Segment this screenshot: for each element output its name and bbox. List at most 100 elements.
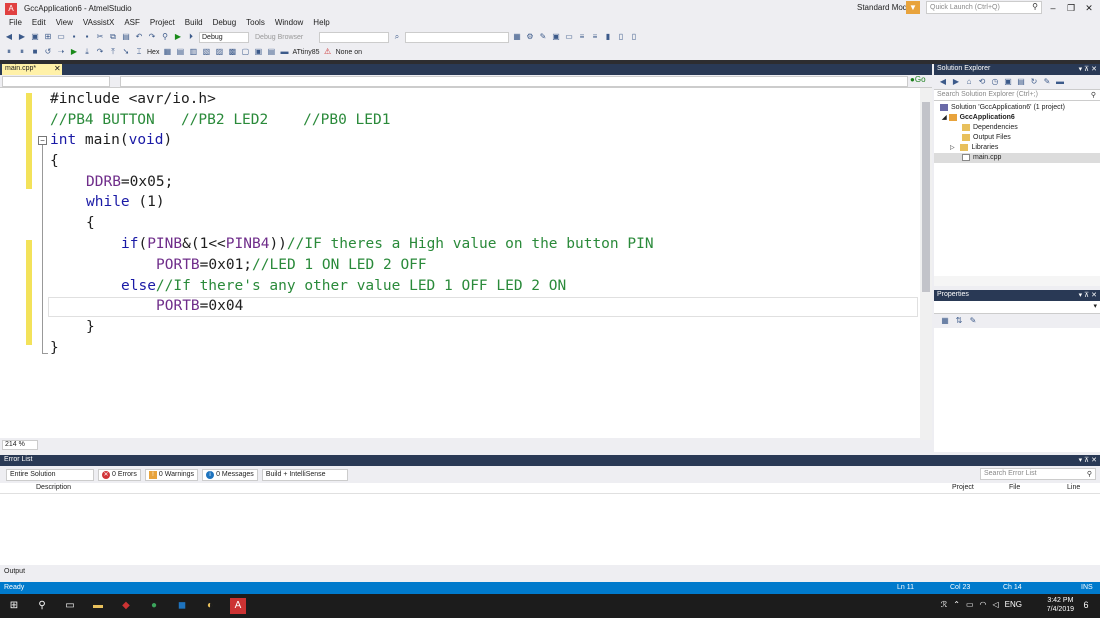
column-file[interactable]: File: [1009, 484, 1020, 491]
step-into-icon[interactable]: ⤓: [82, 47, 92, 57]
properties-icon[interactable]: ✎: [1042, 77, 1052, 87]
outdent-icon[interactable]: ≡: [590, 32, 600, 42]
properties-object-select[interactable]: ▾: [934, 301, 1100, 314]
scope-select[interactable]: Entire Solution: [6, 468, 94, 481]
filter-icon[interactable]: ▼: [906, 1, 920, 14]
cursor-icon[interactable]: ⌶: [134, 47, 144, 57]
add-item-icon[interactable]: ⊞: [43, 32, 53, 42]
new-project-icon[interactable]: ▣: [30, 32, 40, 42]
symbol-dropdown[interactable]: [120, 76, 908, 87]
outlook-icon[interactable]: ◼: [174, 598, 190, 614]
chip-icon[interactable]: ▣: [551, 32, 561, 42]
tree-item-solution[interactable]: Solution 'GccApplication6' (1 project): [934, 103, 1100, 113]
tree-item-output-files[interactable]: Output Files: [934, 133, 1100, 143]
restart-icon[interactable]: ↺: [43, 47, 53, 57]
indent-icon[interactable]: ≡: [577, 32, 587, 42]
redo-icon[interactable]: ↷: [147, 32, 157, 42]
start-icon[interactable]: ⊞: [6, 598, 22, 614]
collapse-icon[interactable]: −: [38, 136, 47, 145]
io-view-icon[interactable]: ▧: [201, 47, 211, 57]
wrench-icon[interactable]: ✎: [538, 32, 548, 42]
collapse-all-icon[interactable]: ▣: [1003, 77, 1013, 87]
solution-config-select[interactable]: Debug: [199, 31, 249, 43]
volume-icon[interactable]: ◁: [993, 600, 999, 609]
platform-select[interactable]: [319, 31, 389, 43]
battery-icon[interactable]: ▭: [966, 600, 974, 609]
menu-debug[interactable]: Debug: [208, 17, 242, 29]
menu-build[interactable]: Build: [180, 17, 208, 29]
close-icon[interactable]: ✕: [1082, 2, 1096, 14]
tab-close-icon[interactable]: ✕: [54, 64, 61, 73]
chip-device-icon[interactable]: ▬: [279, 47, 289, 57]
categorized-icon[interactable]: ▦: [940, 316, 950, 326]
search-icon[interactable]: ⚲: [1091, 91, 1096, 99]
quick-launch-input[interactable]: Quick Launch (Ctrl+Q) ⚲: [926, 1, 1042, 14]
tree-item-main-cpp[interactable]: main.cpp: [934, 153, 1100, 163]
app-icon[interactable]: ◐: [202, 598, 218, 614]
column-description[interactable]: Description: [36, 484, 71, 491]
preview-icon[interactable]: ▬: [1055, 77, 1065, 87]
step-icon[interactable]: ⏸: [4, 47, 14, 57]
find-in-files-icon[interactable]: ⌕: [392, 32, 402, 42]
tree-item-libraries[interactable]: ▷ Libraries: [934, 143, 1100, 153]
restore-icon[interactable]: ❐: [1064, 2, 1078, 14]
menu-vassistx[interactable]: VAssistX: [78, 17, 119, 29]
chevron-up-icon[interactable]: ⌃: [953, 600, 960, 609]
panel-controls[interactable]: ▾ ⊼ ✕: [1079, 456, 1097, 464]
processor-icon[interactable]: ▨: [214, 47, 224, 57]
notification-icon[interactable]: 6: [1080, 599, 1092, 611]
disassembly-icon[interactable]: ▩: [227, 47, 237, 57]
step-over-icon[interactable]: ↷: [95, 47, 105, 57]
start-without-debug-icon[interactable]: ⏵: [186, 32, 196, 42]
tree-item-project[interactable]: ◢ GccApplication6: [934, 113, 1100, 123]
expanded-arrow-icon[interactable]: ◢: [942, 115, 947, 121]
registers-icon[interactable]: ▤: [175, 47, 185, 57]
tree-item-dependencies[interactable]: Dependencies: [934, 123, 1100, 133]
home-icon[interactable]: ⌂: [964, 77, 974, 87]
cut-icon[interactable]: ✂: [95, 32, 105, 42]
refresh-icon[interactable]: ↻: [1029, 77, 1039, 87]
menu-edit[interactable]: Edit: [27, 17, 51, 29]
alphabetical-icon[interactable]: ⇅: [954, 316, 964, 326]
hex-toggle[interactable]: Hex: [147, 49, 159, 56]
code-editor[interactable]: − #include <avr/io.h> //PB4 BUTTON //PB2…: [0, 88, 922, 438]
scope-dropdown[interactable]: [2, 76, 110, 87]
menu-project[interactable]: Project: [145, 17, 180, 29]
forward-icon[interactable]: ▶: [951, 77, 961, 87]
tab-output[interactable]: Output: [4, 568, 25, 575]
minimize-icon[interactable]: –: [1046, 2, 1060, 14]
zoom-select[interactable]: 214 %: [2, 440, 38, 450]
column-project[interactable]: Project: [952, 484, 974, 491]
menu-help[interactable]: Help: [308, 17, 334, 29]
run-to-cursor-icon[interactable]: ➘: [121, 47, 131, 57]
search-icon[interactable]: ⚲: [1032, 2, 1038, 11]
tab-main-cpp[interactable]: main.cpp* ✕: [2, 64, 62, 75]
show-all-files-icon[interactable]: ▤: [1016, 77, 1026, 87]
debug-browser-select[interactable]: Debug Browser: [252, 31, 316, 43]
layout-icon[interactable]: ▢: [240, 47, 250, 57]
search-icon[interactable]: ⚲: [34, 598, 50, 614]
error-search-input[interactable]: Search Error List ⚲: [980, 468, 1096, 480]
file-explorer-icon[interactable]: ▬: [90, 598, 106, 614]
errors-filter[interactable]: ✕ 0 Errors: [98, 468, 141, 481]
atmel-studio-taskbar-icon[interactable]: A: [230, 598, 246, 614]
tools-icon[interactable]: ⚙: [525, 32, 535, 42]
panel-controls[interactable]: ▾ ⊼ ✕: [1079, 291, 1097, 299]
pending-changes-icon[interactable]: ◷: [990, 77, 1000, 87]
device-programming-icon[interactable]: ▦: [512, 32, 522, 42]
continue-icon[interactable]: ▶: [69, 47, 79, 57]
bookmark-icon[interactable]: ▮: [603, 32, 613, 42]
find-icon[interactable]: ⚲: [160, 32, 170, 42]
editor-vertical-scrollbar[interactable]: [920, 88, 932, 440]
messages-filter[interactable]: i0 Messages: [202, 468, 258, 481]
stop-icon[interactable]: ■: [30, 47, 40, 57]
back-icon[interactable]: ◀: [4, 32, 14, 42]
people-icon[interactable]: ℛ: [941, 600, 947, 609]
clock[interactable]: 3:42 PM 7/4/2019: [1047, 596, 1074, 614]
step-out-icon[interactable]: ⤒: [108, 47, 118, 57]
search-icon[interactable]: ⚲: [1087, 470, 1092, 478]
next-bookmark-icon[interactable]: ▯: [616, 32, 626, 42]
app-icon[interactable]: ◆: [118, 598, 134, 614]
tool-selector[interactable]: None on: [336, 49, 362, 56]
save-icon[interactable]: ▪: [69, 32, 79, 42]
